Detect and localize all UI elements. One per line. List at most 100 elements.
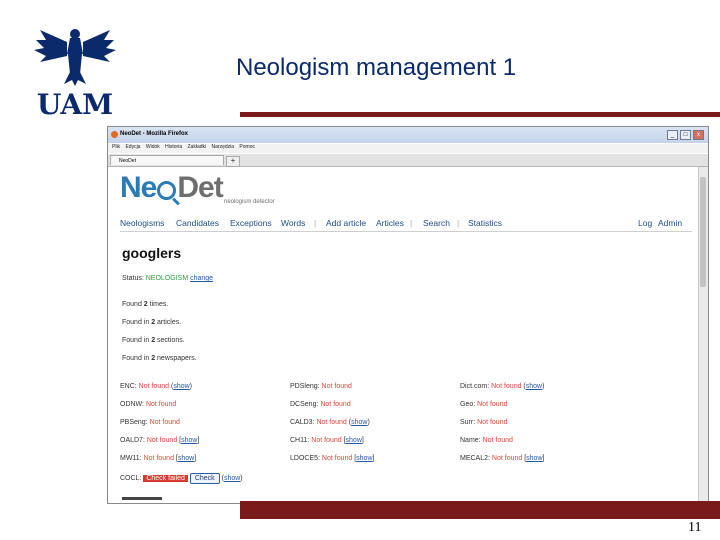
dictionary-entry: OALD7: Not found [show] [120, 437, 200, 444]
vertical-scrollbar[interactable] [698, 167, 708, 503]
dictionary-result: Not found [316, 419, 347, 426]
menu-view[interactable]: Widok [146, 144, 160, 150]
fact-newspapers: Found in 2 newspapers. [122, 355, 197, 362]
logo-text: UAM [37, 88, 113, 120]
dictionary-result: Not found [321, 383, 352, 390]
menu-edit[interactable]: Edycja [125, 144, 140, 150]
nav-statistics[interactable]: Statistics [468, 218, 502, 228]
dictionary-result: Not found [138, 383, 170, 390]
change-status-link[interactable]: change [190, 275, 213, 282]
nav-neologisms[interactable]: Neologisms [120, 218, 164, 228]
brand-det: Det [177, 171, 223, 204]
tab-neodet[interactable]: NeoDet [110, 155, 224, 165]
neodet-logo[interactable]: Ne Det [120, 171, 224, 205]
new-tab-button[interactable]: + [226, 156, 240, 167]
nav-search[interactable]: Search [423, 218, 450, 228]
status-line: Status: NEOLOGISM change [122, 275, 213, 282]
nav-separator: | [410, 218, 413, 228]
dictionary-entry: Dict.com: Not found (show) [460, 383, 545, 390]
dictionary-name: PBSeng: [120, 419, 150, 426]
dictionary-result: Not found [482, 437, 513, 444]
dictionary-name: LDOCE5: [290, 455, 322, 462]
menu-bookmarks[interactable]: Zakładki [188, 144, 207, 150]
minimize-button[interactable]: _ [667, 130, 678, 140]
close-button[interactable]: x [693, 130, 704, 140]
nav-separator: | [457, 218, 460, 228]
brand-tagline: neologism detector [224, 199, 275, 205]
dictionary-result: Not found [143, 455, 174, 462]
scroll-thumb[interactable] [700, 177, 706, 287]
nav-exceptions[interactable]: Exceptions [230, 218, 272, 228]
dictionary-entry: CALD3: Not found (show) [290, 419, 370, 426]
dictionary-entry: Geo: Not found [460, 401, 507, 408]
menu-history[interactable]: Historia [165, 144, 182, 150]
dictionary-name: MW11: [120, 455, 144, 462]
slide-title: Neologism management 1 [236, 54, 517, 81]
dictionary-name: Geo: [460, 401, 478, 408]
nav-add-article[interactable]: Add article [326, 218, 366, 228]
dictionary-name: Name: [460, 437, 483, 444]
dictionary-result: Not found [320, 401, 351, 408]
dictionary-entry: ODNW: Not found [120, 401, 176, 408]
show-link[interactable]: show [526, 455, 542, 462]
tab-bar: NeoDet + [108, 154, 708, 167]
show-link[interactable]: show [356, 455, 372, 462]
nav-separator: | [314, 218, 317, 228]
check-button[interactable]: Check [189, 473, 220, 484]
dictionary-result: Check failed [143, 475, 188, 482]
show-link[interactable]: show [224, 475, 240, 482]
dictionary-result: Not found [145, 401, 177, 408]
dictionary-name: Dict.com: [460, 383, 492, 390]
dictionary-entry: ENC: Not found (show) [120, 383, 192, 390]
dictionary-entry: MECAL2: Not found [show] [460, 455, 545, 462]
maximize-button[interactable]: □ [680, 130, 691, 140]
menu-file[interactable]: Plik [112, 144, 120, 150]
show-link[interactable]: show [173, 383, 189, 390]
show-link[interactable]: show [181, 437, 197, 444]
nav-candidates[interactable]: Candidates [176, 218, 219, 228]
menu-bar: Plik Edycja Widok Historia Zakładki Narz… [108, 144, 708, 153]
dictionary-name: CH11: [290, 437, 312, 444]
page-number: 11 [688, 520, 702, 535]
dictionary-result: Not found [491, 455, 523, 462]
nav-articles[interactable]: Articles [376, 218, 404, 228]
dictionary-name: ODNW: [120, 401, 146, 408]
next-section-stub [122, 497, 162, 500]
brand-ne: Ne [120, 171, 157, 204]
browser-window: NeoDet - Mozilla Firefox _ □ x Plik Edyc… [107, 126, 709, 504]
show-link[interactable]: show [178, 455, 194, 462]
word-heading: googlers [122, 245, 182, 261]
dictionary-result: Not found [477, 401, 508, 408]
dictionary-result: Not found [149, 419, 180, 426]
show-link[interactable]: show [346, 437, 362, 444]
dictionary-result: Not found [146, 437, 178, 444]
dictionary-name: MECAL2: [460, 455, 492, 462]
dictionary-name: CALD3: [290, 419, 317, 426]
status-value: NEOLOGISM [145, 275, 189, 282]
nav-log[interactable]: Log [638, 218, 652, 228]
fact-articles: Found in 2 articles. [122, 319, 182, 326]
dictionary-entry: DCSeng: Not found [290, 401, 351, 408]
magnifier-icon [157, 181, 177, 200]
show-link[interactable]: show [351, 419, 367, 426]
top-divider [240, 112, 720, 117]
dictionary-result: Not found [477, 419, 508, 426]
browser-titlebar: NeoDet - Mozilla Firefox _ □ x [108, 127, 708, 143]
menu-tools[interactable]: Narzędzia [212, 144, 235, 150]
nav-admin[interactable]: Admin [658, 218, 682, 228]
dictionary-entry: COCL: Check failed Check (show) [120, 473, 243, 484]
dictionary-name: OALD7: [120, 437, 147, 444]
dictionary-result: Not found [491, 383, 522, 390]
dictionary-entry: Surr: Not found [460, 419, 507, 426]
dictionary-name: DCSeng: [290, 401, 321, 408]
firefox-icon [111, 131, 118, 138]
dictionary-name: PDSleng: [290, 383, 322, 390]
show-link[interactable]: show [526, 383, 542, 390]
dictionary-result: Not found [311, 437, 342, 444]
fact-times: Found 2 times. [122, 301, 169, 308]
nav-words[interactable]: Words [281, 218, 305, 228]
page-content: Ne Det neologism detector Neologisms Cand… [120, 169, 695, 503]
dictionary-entry: Name: Not found [460, 437, 513, 444]
dictionary-entry: LDOCE5: Not found [show] [290, 455, 375, 462]
menu-help[interactable]: Pomoc [239, 144, 255, 150]
